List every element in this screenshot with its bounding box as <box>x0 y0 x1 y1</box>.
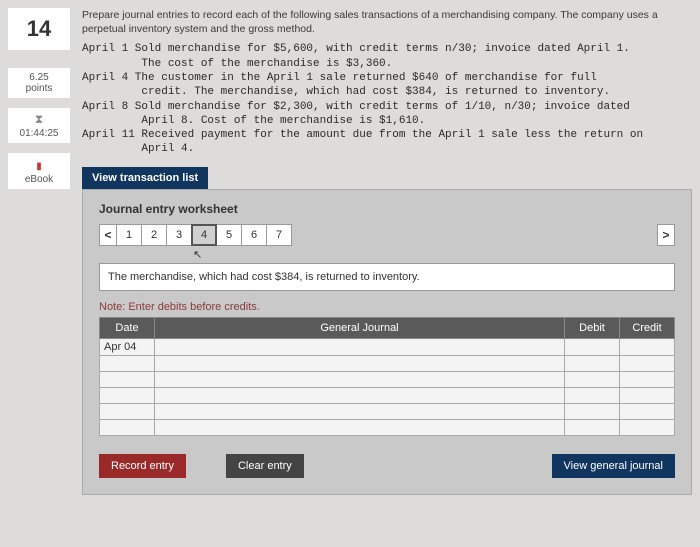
table-row <box>100 372 675 388</box>
step-4[interactable]: 4 <box>191 224 217 246</box>
cell-date[interactable]: Apr 04 <box>100 339 155 356</box>
cursor-icon: ↖ <box>193 248 675 261</box>
cell-date[interactable] <box>100 356 155 372</box>
step-3[interactable]: 3 <box>166 224 192 246</box>
cell-date[interactable] <box>100 420 155 436</box>
cell-gj[interactable] <box>155 356 565 372</box>
clear-entry-button[interactable]: Clear entry <box>226 454 304 478</box>
question-intro: Prepare journal entries to record each o… <box>82 8 692 36</box>
cell-gj[interactable] <box>155 372 565 388</box>
view-general-journal-button[interactable]: View general journal <box>552 454 675 478</box>
cell-credit[interactable] <box>620 339 675 356</box>
cell-gj[interactable] <box>155 388 565 404</box>
cell-credit[interactable] <box>620 372 675 388</box>
table-row <box>100 404 675 420</box>
button-row: Record entry Clear entry View general jo… <box>99 454 675 478</box>
step-2[interactable]: 2 <box>141 224 167 246</box>
timer-value: 01:44:25 <box>20 128 59 139</box>
cell-credit[interactable] <box>620 404 675 420</box>
table-row <box>100 420 675 436</box>
cell-credit[interactable] <box>620 420 675 436</box>
cell-credit[interactable] <box>620 356 675 372</box>
cell-gj[interactable] <box>155 420 565 436</box>
header-credit: Credit <box>620 318 675 339</box>
question-number: 14 <box>8 8 70 50</box>
cell-date[interactable] <box>100 388 155 404</box>
cell-gj[interactable] <box>155 339 565 356</box>
points-value: 6.25 <box>8 72 70 83</box>
hourglass-icon: ⧗ <box>8 112 70 127</box>
cell-debit[interactable] <box>565 372 620 388</box>
step-5[interactable]: 5 <box>216 224 242 246</box>
ebook-link[interactable]: ▮ eBook <box>8 153 70 189</box>
points-box: 6.25 points <box>8 68 70 98</box>
ebook-label: eBook <box>25 174 53 185</box>
nav-prev-button[interactable]: < <box>99 224 117 246</box>
cell-debit[interactable] <box>565 388 620 404</box>
step-description: The merchandise, which had cost $384, is… <box>99 263 675 291</box>
cell-date[interactable] <box>100 372 155 388</box>
view-transaction-tab[interactable]: View transaction list <box>82 167 208 189</box>
journal-entry-table: Date General Journal Debit Credit Apr 04 <box>99 317 675 436</box>
step-1[interactable]: 1 <box>116 224 142 246</box>
main-content: Prepare journal entries to record each o… <box>82 8 692 495</box>
step-navigation: < 1 2 3 4 5 6 7 > <box>99 224 675 246</box>
step-6[interactable]: 6 <box>241 224 267 246</box>
cell-debit[interactable] <box>565 339 620 356</box>
step-7[interactable]: 7 <box>266 224 292 246</box>
header-general-journal: General Journal <box>155 318 565 339</box>
transaction-list: April 1 Sold merchandise for $5,600, wit… <box>82 42 692 156</box>
cell-debit[interactable] <box>565 356 620 372</box>
table-row: Apr 04 <box>100 339 675 356</box>
worksheet-title: Journal entry worksheet <box>99 202 675 216</box>
cell-debit[interactable] <box>565 420 620 436</box>
table-row <box>100 356 675 372</box>
record-entry-button[interactable]: Record entry <box>99 454 186 478</box>
note-text: Note: Enter debits before credits. <box>99 301 675 313</box>
book-icon: ▮ <box>8 161 70 172</box>
points-label: points <box>8 83 70 94</box>
table-row <box>100 388 675 404</box>
sidebar: 14 6.25 points ⧗ 01:44:25 ▮ eBook <box>8 8 70 189</box>
cell-date[interactable] <box>100 404 155 420</box>
nav-next-button[interactable]: > <box>657 224 675 246</box>
header-debit: Debit <box>565 318 620 339</box>
journal-worksheet: Journal entry worksheet < 1 2 3 4 5 6 7 … <box>82 189 692 495</box>
header-date: Date <box>100 318 155 339</box>
cell-credit[interactable] <box>620 388 675 404</box>
cell-gj[interactable] <box>155 404 565 420</box>
timer-box: ⧗ 01:44:25 <box>8 108 70 143</box>
journal-entry-body: Apr 04 <box>100 339 675 436</box>
cell-debit[interactable] <box>565 404 620 420</box>
